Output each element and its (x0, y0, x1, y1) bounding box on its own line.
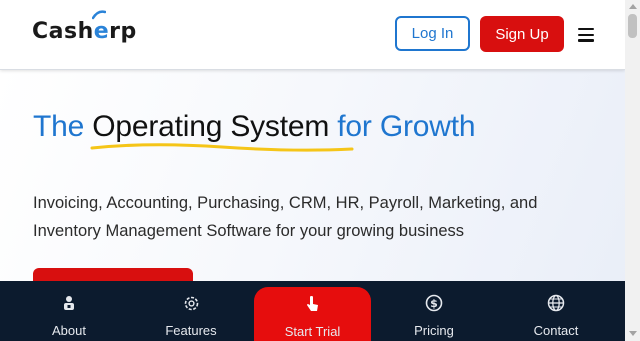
logo-mark: e (91, 9, 110, 44)
hero-subtitle: Invoicing, Accounting, Purchasing, CRM, … (33, 194, 538, 240)
headline-highlight-text: Operating System (92, 110, 330, 143)
scroll-down-arrow-icon[interactable] (629, 331, 637, 336)
nav-item-about[interactable]: About (24, 281, 114, 341)
globe-icon (547, 294, 565, 312)
login-button[interactable]: Log In (395, 16, 470, 51)
vertical-scrollbar[interactable] (625, 0, 640, 341)
scroll-up-arrow-icon[interactable] (629, 4, 637, 9)
logo-text-part2: e (93, 18, 110, 44)
nav-item-start-trial[interactable]: Start Trial (254, 287, 371, 341)
gear-icon (182, 294, 200, 312)
headline-underline-decoration (90, 143, 354, 152)
logo-swoosh-icon (91, 9, 106, 19)
nav-item-label: Contact (533, 323, 579, 338)
hamburger-menu-icon[interactable] (578, 28, 594, 42)
nav-item-features[interactable]: Features (146, 281, 236, 341)
headline-suffix: for Growth (329, 110, 476, 143)
nav-item-pricing[interactable]: $ Pricing (389, 281, 479, 341)
logo-text-part3: rp (109, 18, 137, 44)
svg-text:$: $ (430, 297, 438, 310)
nav-item-label: Features (165, 323, 217, 338)
dollar-icon: $ (425, 294, 443, 312)
nav-item-label: Pricing (414, 323, 454, 338)
scrollbar-thumb[interactable] (628, 14, 637, 38)
bottom-navigation: About Features Start Trial $ Pricing Con… (0, 281, 625, 341)
headline-highlight: Operating System (90, 110, 354, 152)
page: Cash e rp Log In Sign Up The Operating S… (0, 0, 625, 341)
logo-text-part1: Cash (32, 18, 94, 44)
hero-headline: The Operating System for Growth (33, 110, 476, 152)
nav-item-label: Start Trial (284, 324, 341, 339)
person-icon (60, 294, 78, 312)
signup-button[interactable]: Sign Up (480, 16, 564, 52)
logo[interactable]: Cash e rp (32, 9, 137, 48)
headline-prefix: The (33, 110, 93, 143)
nav-item-contact[interactable]: Contact (511, 281, 601, 341)
hand-pointer-icon (304, 295, 322, 313)
site-header: Cash e rp Log In Sign Up (0, 0, 625, 70)
nav-item-label: About (52, 323, 86, 338)
